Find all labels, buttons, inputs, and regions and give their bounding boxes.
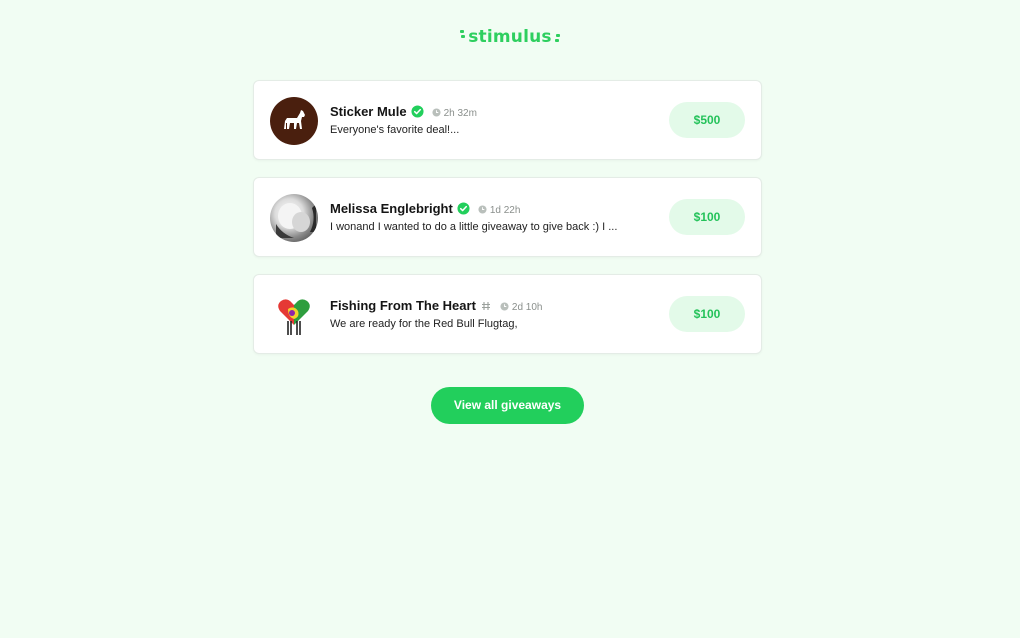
giveaway-amount-button[interactable]: $100: [669, 199, 745, 235]
horse-icon: [284, 110, 305, 129]
giveaway-card[interactable]: Melissa Englebright 1d 22h I wonand I wan…: [253, 177, 762, 257]
giveaway-description: We are ready for the Red Bull Flugtag,: [330, 318, 518, 330]
giveaway-amount-button[interactable]: $100: [669, 296, 745, 332]
giveaway-time-text: 1d 22h: [489, 205, 521, 216]
giveaway-card[interactable]: Sticker Mule 2h 32m Everyone's favorite d…: [253, 80, 762, 160]
giveaway-time-text: 2h 32m: [443, 108, 477, 119]
giveaway-header: Sticker Mule 2h 32m: [330, 103, 477, 121]
giveaway-description: I wonand I wanted to do a little giveawa…: [330, 221, 618, 233]
fishing-from-the-heart-avatar: [270, 291, 318, 339]
giveaway-amount-button[interactable]: $500: [669, 102, 745, 138]
giveaway-time-text: 2d 10h: [511, 302, 543, 313]
giveaway-list: Sticker Mule 2h 32m Everyone's favorite d…: [253, 80, 762, 371]
giveaway-card[interactable]: Fishing From The Heart 2d 10h We are read…: [253, 274, 762, 354]
verified-check-icon: [411, 105, 424, 123]
melissa-englebright-avatar: [270, 194, 318, 242]
logo-mark-right: [554, 34, 560, 46]
giveaway-description: Everyone's favorite deal!...: [330, 124, 460, 136]
sticker-mule-avatar: [270, 97, 318, 145]
stimulus-logo[interactable]: stimulus: [0, 24, 1020, 50]
portrait-photo-icon: [276, 203, 316, 238]
giveaway-name[interactable]: Sticker Mule: [330, 104, 407, 119]
hash-icon: [480, 299, 492, 317]
giveaway-name[interactable]: Fishing From The Heart: [330, 298, 476, 313]
view-all-giveaways-button[interactable]: View all giveaways: [431, 387, 584, 424]
giveaway-header: Fishing From The Heart 2d 10h: [330, 297, 543, 315]
giveaway-name[interactable]: Melissa Englebright: [330, 201, 453, 216]
page: stimulus Sticker Mule 2h 32m Everyone's f…: [0, 0, 1020, 638]
logo-mark-left: [460, 30, 466, 42]
heart-logo-icon: [278, 299, 310, 335]
logo-text: stimulus: [468, 27, 552, 47]
verified-check-icon: [457, 202, 470, 220]
giveaway-header: Melissa Englebright 1d 22h: [330, 200, 520, 218]
